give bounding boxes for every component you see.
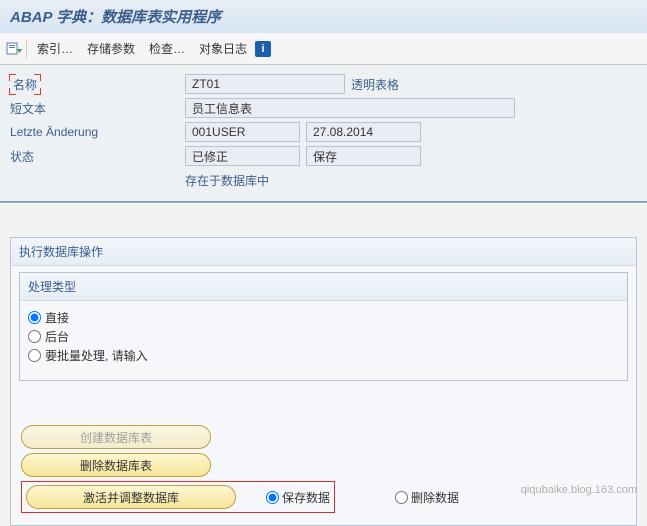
window-title: ABAP 字典：数据库表实用程序 — [10, 9, 221, 26]
highlight-box: 激活并调整数据库 保存数据 — [21, 481, 335, 513]
radio-direct-label: 直接 — [45, 309, 69, 326]
radio-direct[interactable]: 直接 — [28, 309, 619, 326]
exec-title: 执行数据库操作 — [11, 238, 636, 266]
radio-direct-input[interactable] — [28, 311, 41, 324]
radio-delete-data-label: 删除数据 — [411, 489, 459, 506]
short-text-label: 短文本 — [10, 100, 185, 117]
check-button[interactable]: 检查… — [143, 37, 191, 60]
change-user-field: 001USER — [185, 122, 300, 142]
info-panel: 名称 ZT01 透明表格 短文本 员工信息表 Letzte Änderung 0… — [0, 65, 647, 203]
exec-groupbox: 执行数据库操作 处理类型 直接 后台 要批量处理, 请输入 创建数据库表 — [10, 237, 637, 526]
separator — [26, 40, 27, 58]
radio-batch[interactable]: 要批量处理, 请输入 — [28, 347, 619, 364]
radio-delete-data[interactable]: 删除数据 — [395, 489, 459, 506]
radio-batch-label: 要批量处理, 请输入 — [45, 347, 148, 364]
object-log-button[interactable]: 对象日志 — [193, 37, 253, 60]
radio-save-data[interactable]: 保存数据 — [266, 489, 330, 506]
short-text-field: 员工信息表 — [185, 98, 515, 118]
radio-batch-input[interactable] — [28, 349, 41, 362]
radio-save-data-input[interactable] — [266, 491, 279, 504]
status-field: 已修正 — [185, 146, 300, 166]
name-field: ZT01 — [185, 74, 345, 94]
radio-delete-data-input[interactable] — [395, 491, 408, 504]
radio-background-label: 后台 — [45, 328, 69, 345]
change-date-field: 27.08.2014 — [306, 122, 421, 142]
menu-icon[interactable] — [6, 41, 22, 57]
name-label: 名称 — [10, 75, 40, 94]
proc-type-title: 处理类型 — [20, 273, 627, 301]
radio-background-input[interactable] — [28, 330, 41, 343]
info-icon[interactable]: i — [255, 41, 271, 57]
radio-background[interactable]: 后台 — [28, 328, 619, 345]
activate-adjust-button[interactable]: 激活并调整数据库 — [26, 485, 236, 509]
status-label: 状态 — [10, 148, 185, 165]
delete-table-button[interactable]: 删除数据库表 — [21, 453, 211, 477]
toolbar: 索引… 存储参数 检查… 对象日志 i — [0, 33, 647, 65]
title-bar: ABAP 字典：数据库表实用程序 — [0, 0, 647, 33]
saved-field: 保存 — [306, 146, 421, 166]
last-change-label: Letzte Änderung — [10, 125, 185, 139]
radio-save-data-label: 保存数据 — [282, 489, 330, 506]
db-exists-text: 存在于数据库中 — [185, 172, 269, 189]
type-text: 透明表格 — [351, 76, 399, 93]
index-button[interactable]: 索引… — [31, 37, 79, 60]
save-params-button[interactable]: 存储参数 — [81, 37, 141, 60]
create-table-button: 创建数据库表 — [21, 425, 211, 449]
footer-watermark: qiqubaike.blog.163.com — [521, 484, 637, 496]
